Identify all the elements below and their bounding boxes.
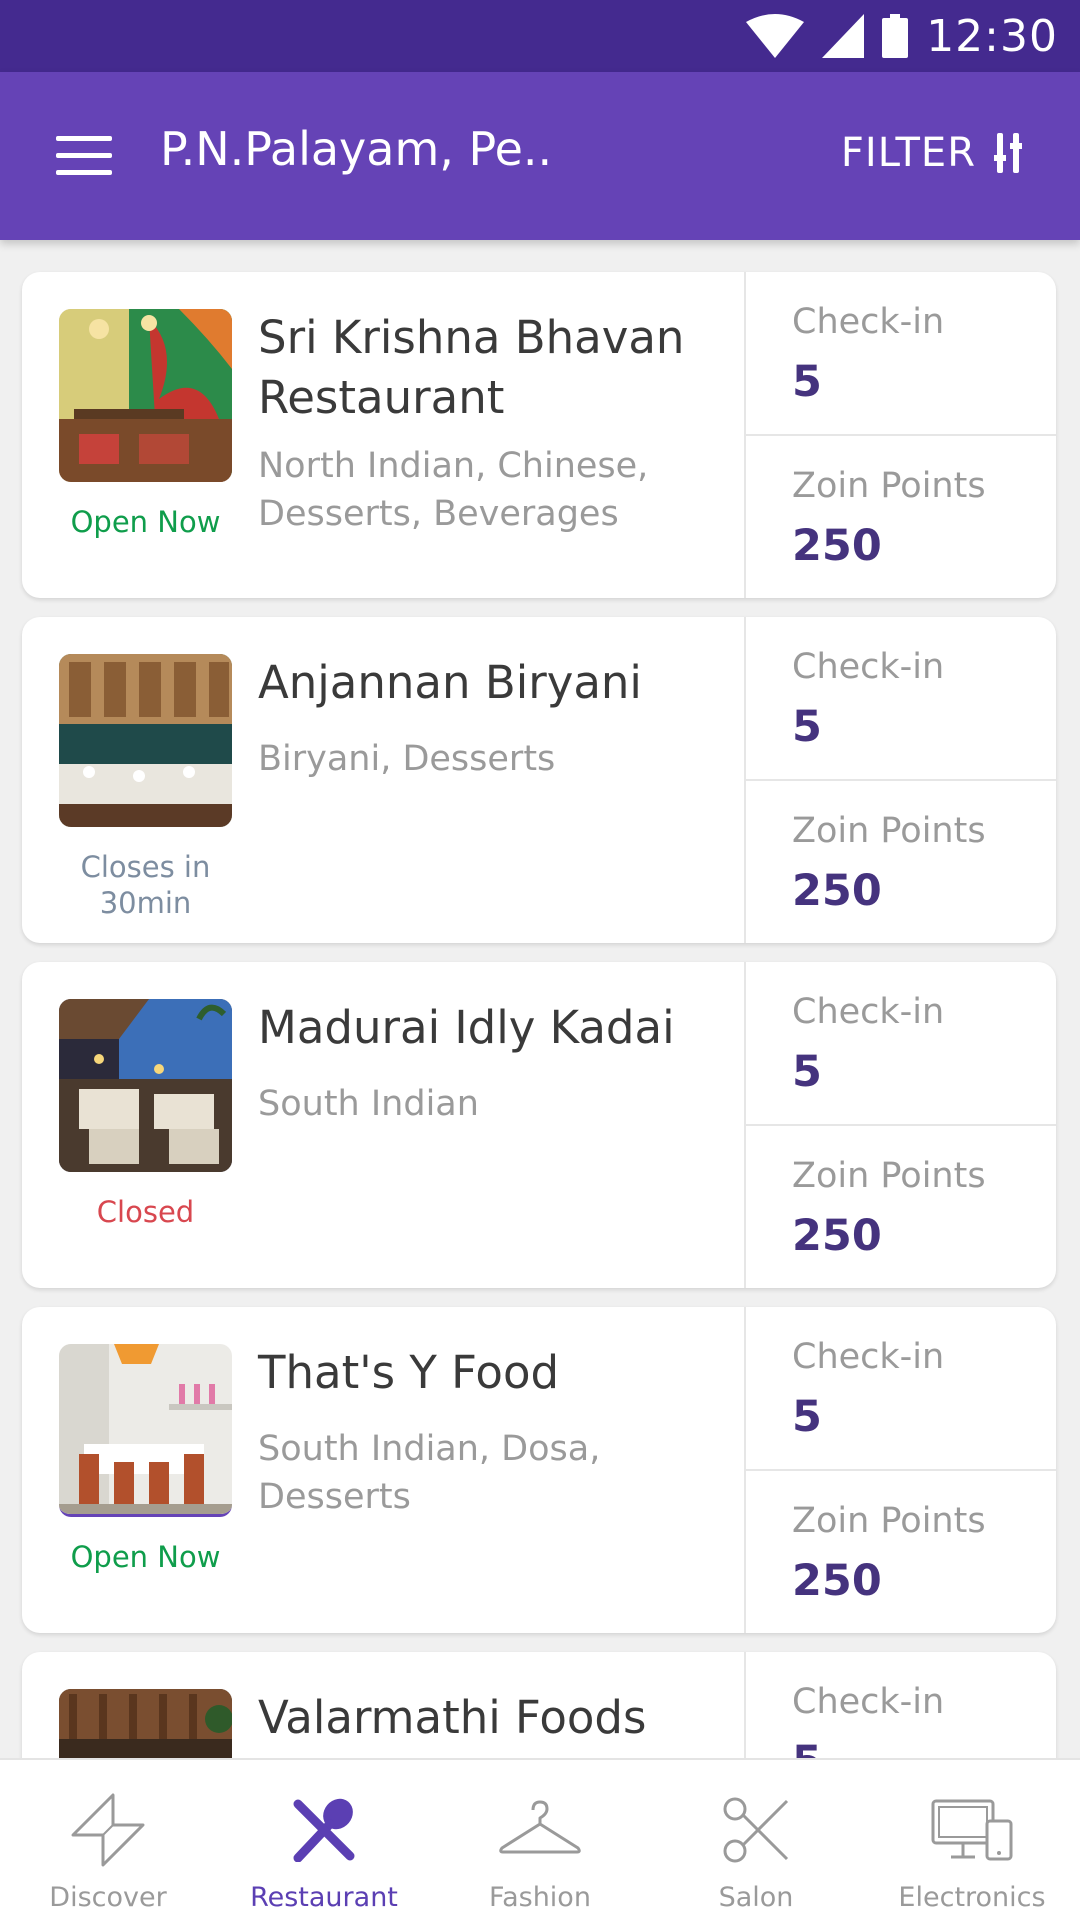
nav-restaurant[interactable]: Restaurant — [216, 1760, 432, 1920]
checkin-value: 5 — [792, 1047, 822, 1097]
restaurant-photo — [59, 999, 232, 1172]
restaurant-name: Sri Krishna Bhavan Restaurant — [258, 311, 685, 424]
status-badge: Closed — [96, 1195, 195, 1229]
restaurant-card[interactable]: Open Now Sri Krishna Bhavan Restaurant N… — [22, 272, 1056, 598]
checkin-stat: Check-in 5 — [746, 962, 1056, 1124]
points-value: 250 — [792, 866, 882, 916]
checkin-label: Check-in — [792, 992, 945, 1032]
nav-salon[interactable]: Salon — [648, 1760, 864, 1920]
points-stat: Zoin Points 250 — [746, 434, 1056, 598]
signal-icon — [822, 14, 865, 58]
points-label: Zoin Points — [792, 811, 986, 851]
filter-button[interactable]: FILTER — [841, 130, 1022, 176]
points-stat: Zoin Points 250 — [746, 779, 1056, 943]
restaurant-name: Valarmathi Foods — [258, 1691, 647, 1744]
nav-label: Salon — [718, 1882, 794, 1913]
status-bar: 12:30 — [0, 0, 1080, 72]
restaurant-name: That's Y Food — [258, 1346, 560, 1399]
nav-electronics[interactable]: Electronics — [864, 1760, 1080, 1920]
status-badge: Open Now — [70, 1540, 221, 1574]
location-title[interactable]: P.N.Palayam, Pe.. — [160, 122, 552, 176]
battery-icon — [882, 14, 909, 58]
points-label: Zoin Points — [792, 466, 986, 506]
points-stat: Zoin Points 250 — [746, 1469, 1056, 1633]
restaurant-cuisine: North Indian, Chinese, Desserts, Beverag… — [258, 446, 649, 534]
checkin-value: 5 — [792, 702, 822, 752]
restaurant-list: Open Now Sri Krishna Bhavan Restaurant N… — [22, 272, 1056, 1920]
restaurant-card[interactable]: Closed Madurai Idly Kadai South Indian C… — [22, 962, 1056, 1288]
restaurant-photo — [59, 654, 232, 827]
app-bar: P.N.Palayam, Pe.. FILTER — [0, 72, 1080, 240]
restaurant-card[interactable]: Open Now That's Y Food South Indian, Dos… — [22, 1307, 1056, 1633]
checkin-label: Check-in — [792, 1682, 945, 1722]
discover-icon — [66, 1792, 150, 1868]
points-value: 250 — [792, 521, 882, 571]
checkin-label: Check-in — [792, 1337, 945, 1377]
points-value: 250 — [792, 1556, 882, 1606]
filter-sliders-icon — [994, 133, 1022, 173]
status-badge: Closes in 30min — [80, 850, 211, 920]
nav-label: Discover — [49, 1882, 167, 1913]
restaurant-photo — [59, 1344, 232, 1517]
restaurant-cuisine: Biryani, Desserts — [258, 739, 556, 779]
nav-discover[interactable]: Discover — [0, 1760, 216, 1920]
points-label: Zoin Points — [792, 1501, 986, 1541]
restaurant-icon — [282, 1792, 366, 1868]
points-value: 250 — [792, 1211, 882, 1261]
checkin-label: Check-in — [792, 647, 945, 687]
checkin-label: Check-in — [792, 302, 945, 342]
nav-label: Restaurant — [250, 1882, 398, 1913]
wifi-icon — [746, 14, 805, 58]
restaurant-cuisine: South Indian — [258, 1084, 479, 1124]
nav-label: Fashion — [489, 1882, 591, 1913]
restaurant-card[interactable]: Closes in 30min Anjannan Biryani Biryani… — [22, 617, 1056, 943]
checkin-stat: Check-in 5 — [746, 617, 1056, 779]
status-badge: Open Now — [70, 505, 221, 539]
checkin-stat: Check-in 5 — [746, 1307, 1056, 1469]
restaurant-name: Madurai Idly Kadai — [258, 1001, 675, 1054]
restaurant-cuisine: South Indian, Dosa, Desserts — [258, 1429, 601, 1517]
menu-icon[interactable] — [56, 136, 112, 176]
points-stat: Zoin Points 250 — [746, 1124, 1056, 1288]
checkin-value: 5 — [792, 1392, 822, 1442]
checkin-stat: Check-in 5 — [746, 272, 1056, 434]
hanger-icon — [498, 1792, 582, 1868]
nav-fashion[interactable]: Fashion — [432, 1760, 648, 1920]
status-time: 12:30 — [926, 10, 1058, 62]
nav-label: Electronics — [898, 1882, 1046, 1913]
bottom-nav: Discover Restaurant Fashion Salon Electr… — [0, 1758, 1080, 1920]
filter-label: FILTER — [840, 130, 976, 176]
checkin-value: 5 — [792, 357, 822, 407]
restaurant-photo — [59, 309, 232, 482]
scissors-icon — [714, 1792, 798, 1868]
devices-icon — [930, 1792, 1014, 1868]
restaurant-name: Anjannan Biryani — [258, 656, 642, 709]
points-label: Zoin Points — [792, 1156, 986, 1196]
